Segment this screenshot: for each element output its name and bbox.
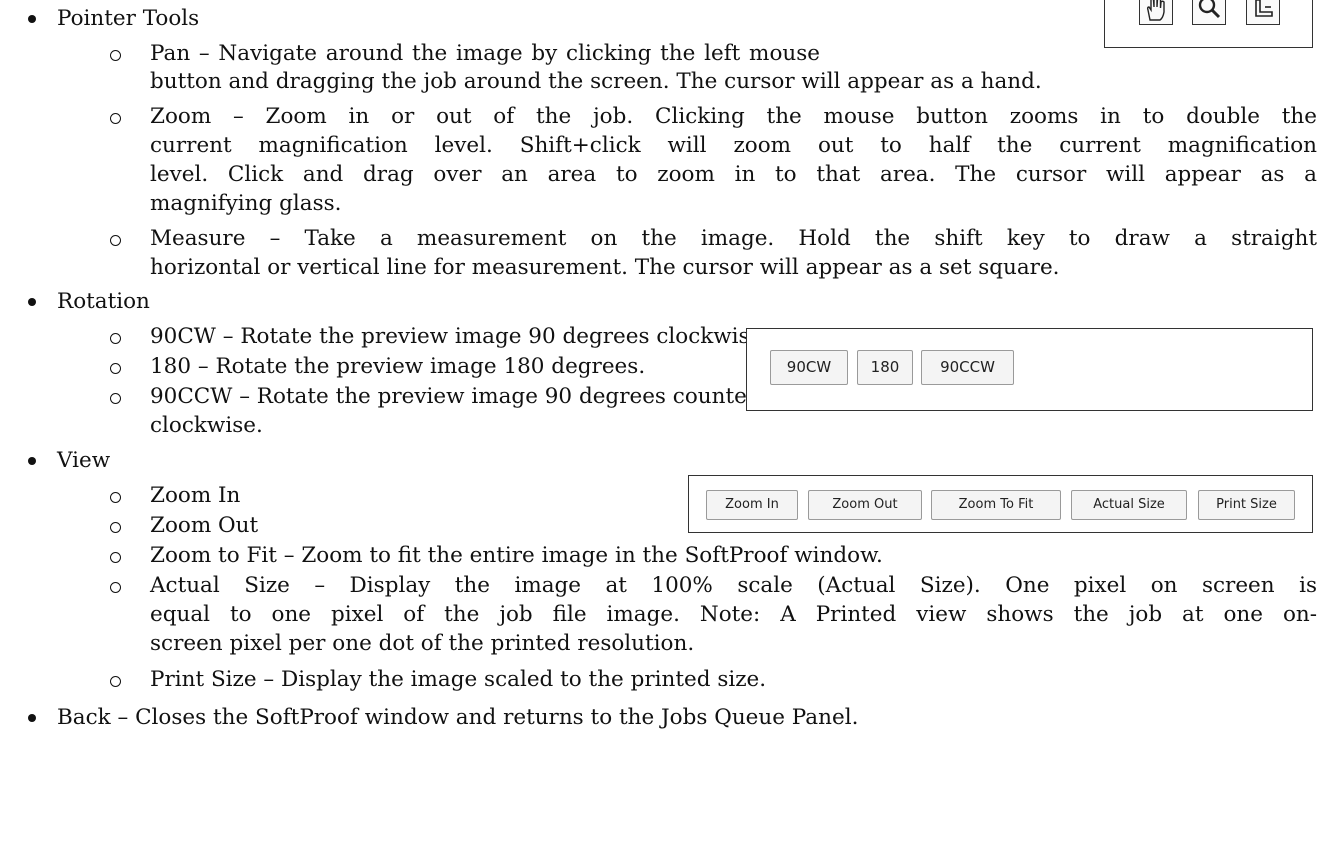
- sub-bullet: [110, 552, 121, 563]
- magnifier-icon: [1198, 0, 1221, 19]
- item-print-size: Print Size – Display the image scaled to…: [150, 667, 767, 692]
- item-actual-size-line1: Actual Size – Display the image at 100% …: [150, 573, 1317, 598]
- sub-bullet: [110, 235, 121, 246]
- sub-bullet: [110, 50, 121, 61]
- rotate-180-button[interactable]: 180: [857, 350, 913, 385]
- sub-bullet: [110, 492, 121, 503]
- item-rotate-cw: 90CW – Rotate the preview image 90 degre…: [150, 324, 770, 349]
- item-rotate-180: 180 – Rotate the preview image 180 degre…: [150, 354, 646, 379]
- bullet: [28, 714, 36, 722]
- item-pan-line2: button and dragging the job around the s…: [150, 69, 1042, 94]
- sub-bullet: [110, 113, 121, 124]
- item-zoom-line4: magnifying glass.: [150, 191, 342, 216]
- set-square-icon: [1255, 0, 1273, 17]
- item-zoom-to-fit: Zoom to Fit – Zoom to fit the entire ima…: [150, 543, 883, 568]
- sub-bullet: [110, 522, 121, 533]
- sub-bullet: [110, 363, 121, 374]
- bullet: [28, 15, 36, 23]
- zoom-in-button[interactable]: Zoom In: [706, 490, 798, 520]
- item-actual-size-line3: screen pixel per one dot of the printed …: [150, 631, 695, 656]
- section-title-rotation: Rotation: [57, 289, 150, 314]
- item-pan-line1: Pan – Navigate around the image by click…: [150, 41, 820, 66]
- zoom-tool-button[interactable]: [1192, 0, 1226, 25]
- item-measure-line2: horizontal or vertical line for measurem…: [150, 255, 1060, 280]
- sub-bullet: [110, 393, 121, 404]
- item-zoom-line2: current magnification level. Shift+click…: [150, 133, 1317, 158]
- sub-bullet: [110, 582, 121, 593]
- item-zoom-line3: level. Click and drag over an area to zo…: [150, 162, 1317, 187]
- rotation-toolbar: 90CW 180 90CCW: [746, 328, 1313, 411]
- zoom-out-button[interactable]: Zoom Out: [808, 490, 922, 520]
- item-zoom-line1: Zoom – Zoom in or out of the job. Clicki…: [150, 104, 1317, 129]
- item-zoom-out: Zoom Out: [150, 513, 259, 538]
- sub-bullet: [110, 333, 121, 344]
- rotate-90cw-button[interactable]: 90CW: [770, 350, 848, 385]
- bullet: [28, 457, 36, 465]
- pan-tool-button[interactable]: [1139, 0, 1173, 25]
- pointer-tools-toolbar: [1104, 0, 1313, 48]
- bullet: [28, 298, 36, 306]
- zoom-to-fit-button[interactable]: Zoom To Fit: [931, 490, 1061, 520]
- view-toolbar: Zoom In Zoom Out Zoom To Fit Actual Size…: [688, 475, 1313, 533]
- item-actual-size-line2: equal to one pixel of the job file image…: [150, 602, 1317, 627]
- rotate-90ccw-button[interactable]: 90CCW: [921, 350, 1014, 385]
- section-title-view: View: [57, 448, 111, 473]
- print-size-button[interactable]: Print Size: [1198, 490, 1295, 520]
- item-rotate-ccw-line1: 90CCW – Rotate the preview image 90 degr…: [150, 384, 758, 409]
- measure-tool-button[interactable]: [1246, 0, 1280, 25]
- item-measure-line1: Measure – Take a measurement on the imag…: [150, 226, 1317, 251]
- actual-size-button[interactable]: Actual Size: [1071, 490, 1187, 520]
- item-zoom-in: Zoom In: [150, 483, 241, 508]
- item-rotate-ccw-line2: clockwise.: [150, 413, 263, 438]
- item-back: Back – Closes the SoftProof window and r…: [57, 705, 859, 730]
- section-title-pointer-tools: Pointer Tools: [57, 6, 200, 31]
- hand-icon: [1146, 0, 1165, 21]
- sub-bullet: [110, 676, 121, 687]
